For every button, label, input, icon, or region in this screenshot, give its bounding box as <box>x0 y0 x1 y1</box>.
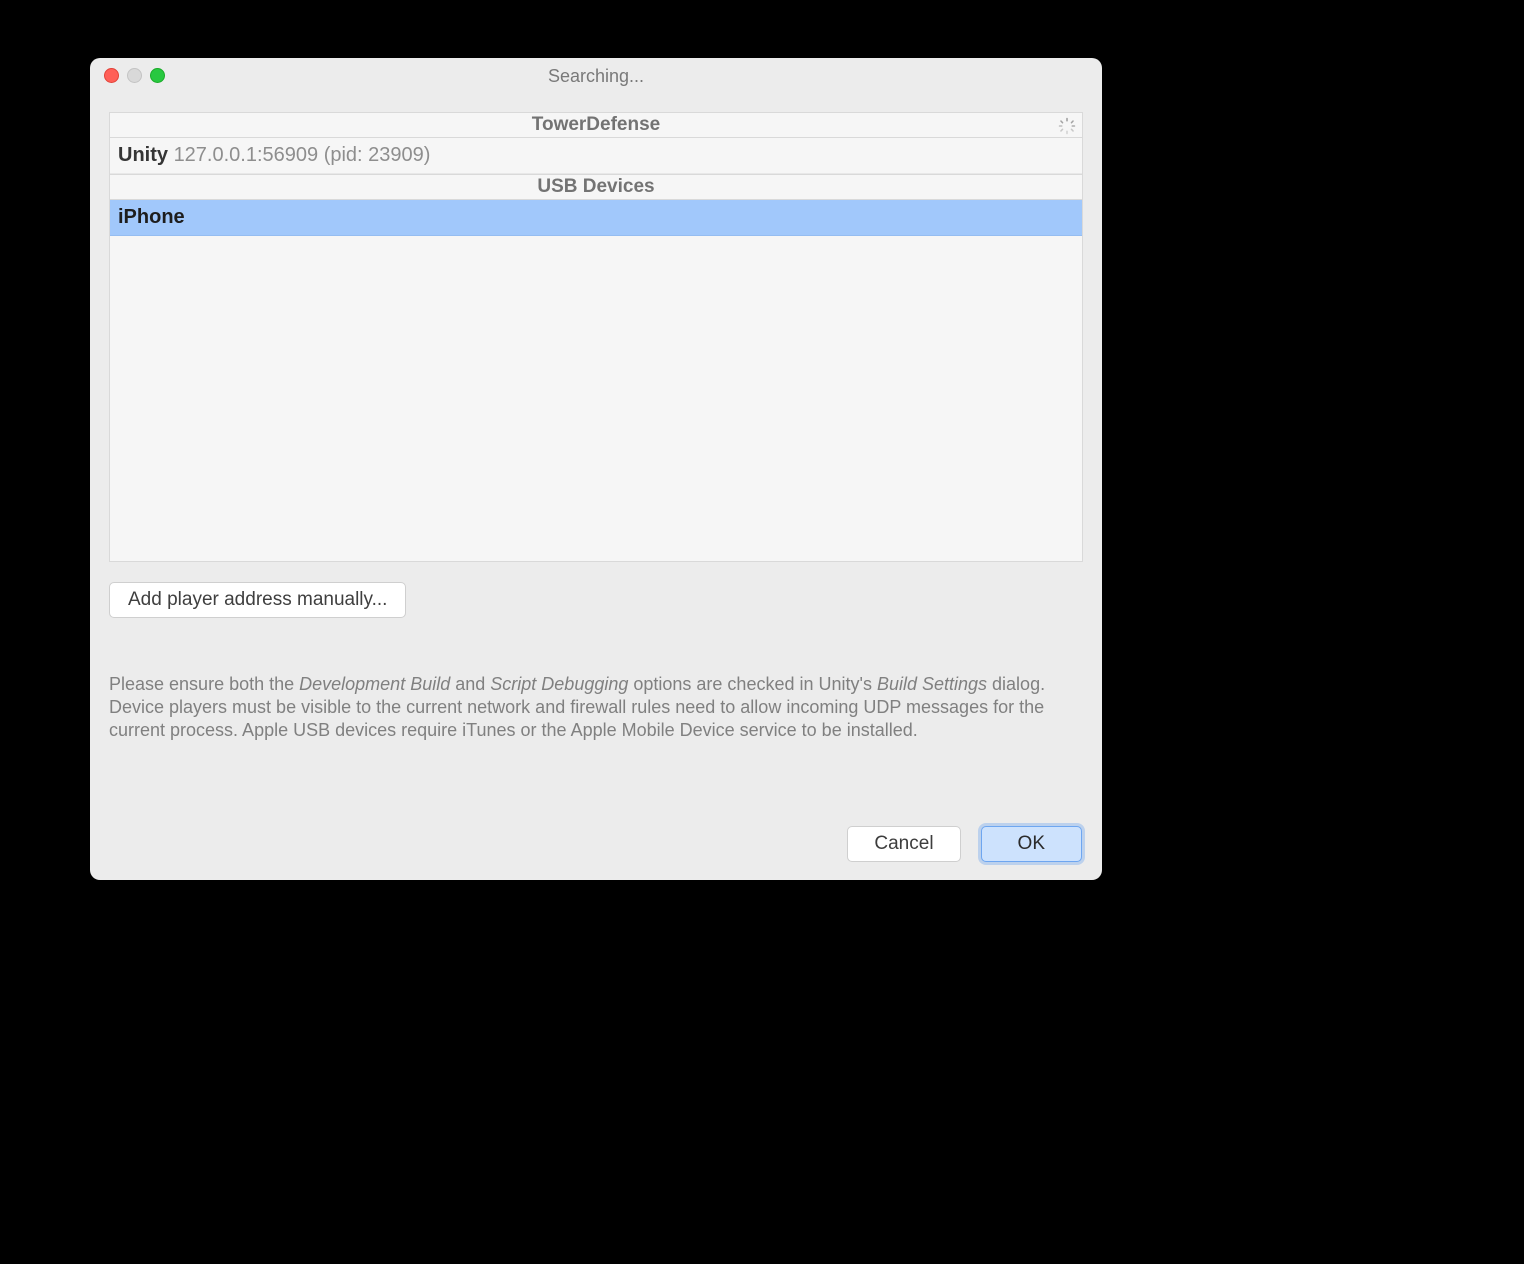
window-title: Searching... <box>90 66 1102 87</box>
window-controls <box>90 68 165 83</box>
player-row-iphone[interactable]: iPhone <box>110 200 1082 236</box>
section-header-project: TowerDefense <box>110 113 1082 138</box>
titlebar: Searching... <box>90 58 1102 92</box>
help-text: Please ensure both the Development Build… <box>109 673 1083 742</box>
help-text-part: options are checked in Unity's <box>628 674 877 694</box>
player-address: 127.0.0.1:56909 (pid: 23909) <box>174 144 431 166</box>
players-list: TowerDefense Unity 127.0.0.1:56909 (pid:… <box>109 112 1083 562</box>
minimize-icon <box>127 68 142 83</box>
dialog-window: Searching... TowerDefense Unity 127.0.0.… <box>90 58 1102 880</box>
dialog-footer: Cancel OK <box>847 826 1082 862</box>
section-header-usb: USB Devices <box>110 174 1082 200</box>
help-em-scriptdebug: Script Debugging <box>490 674 628 694</box>
help-em-buildsettings: Build Settings <box>877 674 987 694</box>
usb-device-name: iPhone <box>118 206 185 228</box>
cancel-button[interactable]: Cancel <box>847 826 960 862</box>
help-text-part: and <box>450 674 490 694</box>
spinner-icon <box>1058 117 1076 135</box>
ok-button[interactable]: OK <box>981 826 1082 862</box>
help-text-part: Please ensure both the <box>109 674 299 694</box>
close-icon[interactable] <box>104 68 119 83</box>
help-em-devbuild: Development Build <box>299 674 450 694</box>
player-process-name: Unity <box>118 144 168 166</box>
zoom-icon[interactable] <box>150 68 165 83</box>
add-player-button[interactable]: Add player address manually... <box>109 582 406 618</box>
player-row-unity[interactable]: Unity 127.0.0.1:56909 (pid: 23909) <box>110 138 1082 174</box>
